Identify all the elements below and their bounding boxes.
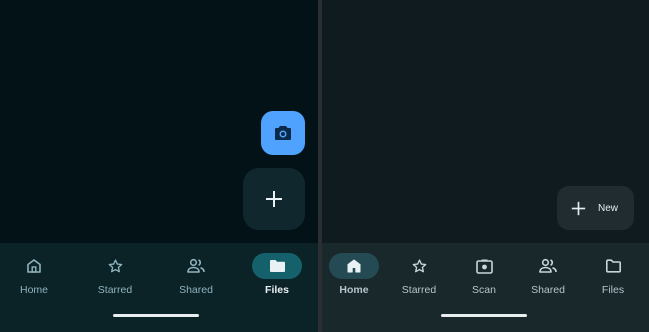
nav-item-starred[interactable]: Starred xyxy=(387,243,451,303)
nav-label: Home xyxy=(19,284,48,296)
nav-label: Files xyxy=(265,284,289,296)
bottom-navigation: Home Starred Shared Files xyxy=(0,243,318,332)
nav-label: Shared xyxy=(179,284,213,296)
folder-icon xyxy=(269,259,286,273)
nav-label: Scan xyxy=(472,284,496,296)
star-icon xyxy=(107,258,124,275)
nav-item-home[interactable]: Home xyxy=(2,243,66,303)
nav-item-shared[interactable]: Shared xyxy=(164,243,228,303)
new-item-fab[interactable] xyxy=(243,168,305,230)
people-icon xyxy=(187,258,205,274)
left-screen: Home Starred Shared Files xyxy=(0,0,318,332)
plus-icon xyxy=(571,201,586,216)
star-icon xyxy=(411,258,428,275)
nav-item-starred[interactable]: Starred xyxy=(83,243,147,303)
new-button-label: New xyxy=(598,202,619,214)
folder-icon xyxy=(605,259,622,273)
bottom-navigation: Home Starred Scan Shared Files xyxy=(322,243,649,332)
people-icon xyxy=(539,258,557,274)
nav-item-files[interactable]: Files xyxy=(581,243,645,303)
nav-label: Home xyxy=(339,284,369,296)
nav-item-scan[interactable]: Scan xyxy=(452,243,516,303)
gesture-bar xyxy=(113,314,199,317)
scan-camera-icon xyxy=(475,259,493,274)
camera-scan-fab[interactable] xyxy=(261,111,305,155)
new-button[interactable]: New xyxy=(557,186,634,230)
nav-item-files[interactable]: Files xyxy=(245,243,309,303)
nav-label: Files xyxy=(601,284,625,296)
plus-icon xyxy=(265,190,283,208)
nav-item-home[interactable]: Home xyxy=(322,243,386,303)
right-screen: New Home Starred Scan Shared Files xyxy=(322,0,649,332)
nav-label: Shared xyxy=(531,284,565,296)
home-icon xyxy=(346,258,362,274)
camera-icon xyxy=(274,125,292,141)
gesture-bar xyxy=(441,314,527,317)
home-icon xyxy=(26,258,42,274)
active-indicator xyxy=(252,253,302,279)
active-indicator xyxy=(329,253,379,279)
nav-item-shared[interactable]: Shared xyxy=(516,243,580,303)
nav-label: Starred xyxy=(97,284,133,296)
nav-label: Starred xyxy=(401,284,437,296)
